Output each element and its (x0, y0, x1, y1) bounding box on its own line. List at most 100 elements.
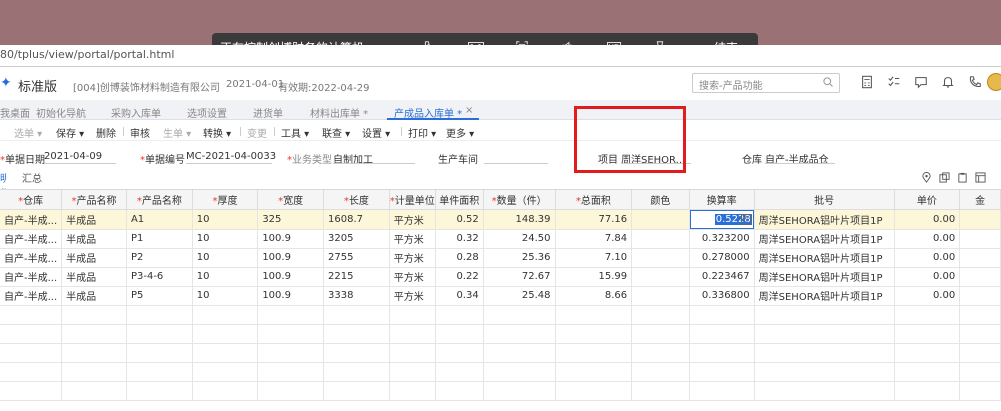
col-length[interactable]: *长度 (323, 190, 390, 210)
cell-quantity[interactable]: 148.39 (483, 209, 556, 230)
cell-total-area[interactable]: 7.84 (555, 229, 633, 249)
bell-icon[interactable] (941, 75, 957, 91)
address-bar[interactable]: 80/tplus/view/portal/portal.html (0, 45, 1001, 67)
save-button[interactable]: 保存 ▾ (56, 125, 84, 140)
tab-purchase-order[interactable]: 进货单 (253, 105, 283, 120)
cell-width[interactable]: 325 (257, 209, 325, 230)
cell-unit-price[interactable]: 0.00 (894, 267, 961, 287)
cell-total-area[interactable]: 15.99 (555, 267, 633, 287)
calculator-icon[interactable] (860, 75, 876, 91)
cell-unit-price[interactable]: 0.00 (894, 229, 961, 249)
task-list-icon[interactable] (887, 75, 903, 91)
cell-unit-area[interactable]: 0.34 (435, 286, 484, 306)
col-product-name-2[interactable]: *产品名称 (126, 190, 193, 210)
cell-thickness[interactable]: 10 (192, 286, 259, 306)
cell-total-area[interactable]: 8.66 (555, 286, 633, 306)
tools-button[interactable]: 工具 ▾ (281, 125, 309, 140)
cell-length[interactable]: 1608.7 (323, 209, 390, 230)
cell-unit-area[interactable]: 0.32 (435, 229, 484, 249)
empty-row[interactable] (0, 305, 1001, 325)
select-doc-button[interactable]: 选单 ▾ (14, 125, 42, 140)
col-product-name[interactable]: *产品名称 (61, 190, 127, 210)
cell-amount[interactable] (959, 286, 1001, 306)
cell-conversion-rate[interactable]: 0.223467 (689, 267, 755, 287)
print-button[interactable]: 打印 ▾ (408, 125, 436, 140)
cell-quantity[interactable]: 25.48 (483, 286, 556, 306)
empty-row[interactable] (0, 381, 1001, 401)
table-row[interactable]: 自产-半成... 半成品 A1 10 325 1608.7 平方米 0.52 1… (0, 209, 1001, 230)
table-row[interactable]: 自产-半成... 半成品 P5 10 100.9 3338 平方米 0.34 2… (0, 286, 1001, 306)
cell-product-type[interactable]: 半成品 (61, 209, 127, 230)
close-tab-icon[interactable]: × (465, 105, 473, 116)
cell-length[interactable]: 3205 (323, 229, 390, 249)
generate-doc-button[interactable]: 生单 ▾ (163, 125, 191, 140)
cell-product-type[interactable]: 半成品 (61, 267, 127, 287)
cell-warehouse[interactable]: 自产-半成... (0, 248, 63, 268)
tab-options[interactable]: 选项设置 (187, 105, 227, 120)
cell-unit-area[interactable]: 0.52 (435, 209, 484, 230)
cell-unit-price[interactable]: 0.00 (894, 248, 961, 268)
cell-product-name[interactable]: P5 (126, 286, 193, 306)
col-batch-no[interactable]: 批号 (754, 190, 895, 210)
cell-conversion-rate[interactable]: 0.336800 (689, 286, 755, 306)
cell-width[interactable]: 100.9 (257, 248, 325, 268)
cell-color[interactable] (631, 248, 690, 268)
cell-product-name[interactable]: P2 (126, 248, 193, 268)
avatar[interactable] (987, 73, 1001, 91)
col-total-area[interactable]: *总面积 (555, 190, 633, 210)
cell-product-type[interactable]: 半成品 (61, 248, 127, 268)
tab-purchase-receipt[interactable]: 采购入库单 (111, 105, 161, 120)
cell-amount[interactable] (959, 248, 1001, 268)
tab-material-issue[interactable]: 材料出库单 * (310, 105, 368, 120)
cell-unit-price[interactable]: 0.00 (894, 209, 961, 230)
empty-row[interactable] (0, 362, 1001, 382)
cell-warehouse[interactable]: 自产-半成... (0, 229, 63, 249)
cell-batch-no[interactable]: 周洋SEHORA铝叶片项目1P (754, 248, 895, 268)
cell-product-type[interactable]: 半成品 (61, 229, 127, 249)
cell-product-name[interactable]: P1 (126, 229, 193, 249)
cell-unit[interactable]: 平方米 (389, 267, 436, 287)
col-conversion-rate[interactable]: 换算率 (689, 190, 755, 210)
conversion-rate-input[interactable]: 0.5228 (689, 209, 754, 228)
cell-unit[interactable]: 平方米 (389, 286, 436, 306)
cell-conversion-rate[interactable]: 0.323200 (689, 229, 755, 249)
cell-unit-area[interactable]: 0.28 (435, 248, 484, 268)
table-row[interactable]: 自产-半成... 半成品 P3-4-6 10 100.9 2215 平方米 0.… (0, 267, 1001, 287)
cell-length[interactable]: 3338 (323, 286, 390, 306)
search-input[interactable]: 搜索-产品功能 (692, 73, 840, 93)
cell-total-area[interactable]: 77.16 (555, 209, 633, 230)
tab-summary[interactable]: 汇总 (22, 170, 42, 185)
cell-color[interactable] (631, 209, 690, 230)
col-amount[interactable]: 金 (959, 190, 1001, 210)
cell-quantity[interactable]: 24.50 (483, 229, 556, 249)
cell-thickness[interactable]: 10 (192, 248, 259, 268)
cell-color[interactable] (631, 286, 690, 306)
cell-unit[interactable]: 平方米 (389, 209, 436, 230)
empty-row[interactable] (0, 343, 1001, 363)
calculator-icon[interactable] (740, 213, 751, 225)
cell-quantity[interactable]: 25.36 (483, 248, 556, 268)
cell-unit[interactable]: 平方米 (389, 248, 436, 268)
copy-icon[interactable] (939, 172, 951, 184)
cell-product-name[interactable]: A1 (126, 209, 193, 230)
doc-date-field[interactable]: 2021-04-09 (44, 151, 102, 162)
col-unit[interactable]: *计量单位 (389, 190, 436, 210)
cell-batch-no[interactable]: 周洋SEHORA铝叶片项目1P (754, 267, 895, 287)
cell-color[interactable] (631, 229, 690, 249)
tab-desktop[interactable]: 我桌面 (0, 105, 30, 120)
more-button[interactable]: 更多 ▾ (446, 125, 474, 140)
cell-conversion-rate-editing[interactable]: 0.5228 (689, 209, 755, 230)
audit-button[interactable]: 审核 (130, 125, 150, 140)
grid-settings-icon[interactable] (975, 172, 987, 184)
change-button[interactable]: 变更 (247, 125, 267, 140)
cell-unit-price[interactable]: 0.00 (894, 286, 961, 306)
table-row[interactable]: 自产-半成... 半成品 P2 10 100.9 2755 平方米 0.28 2… (0, 248, 1001, 268)
cell-warehouse[interactable]: 自产-半成... (0, 267, 63, 287)
tab-init-guide[interactable]: 初始化导航 (36, 105, 86, 120)
cell-warehouse[interactable]: 自产-半成... (0, 286, 63, 306)
cell-unit[interactable]: 平方米 (389, 229, 436, 249)
cell-amount[interactable] (959, 267, 1001, 287)
cell-warehouse[interactable]: 自产-半成... (0, 209, 63, 230)
phone-support-icon[interactable] (968, 75, 984, 91)
cell-width[interactable]: 100.9 (257, 286, 325, 306)
